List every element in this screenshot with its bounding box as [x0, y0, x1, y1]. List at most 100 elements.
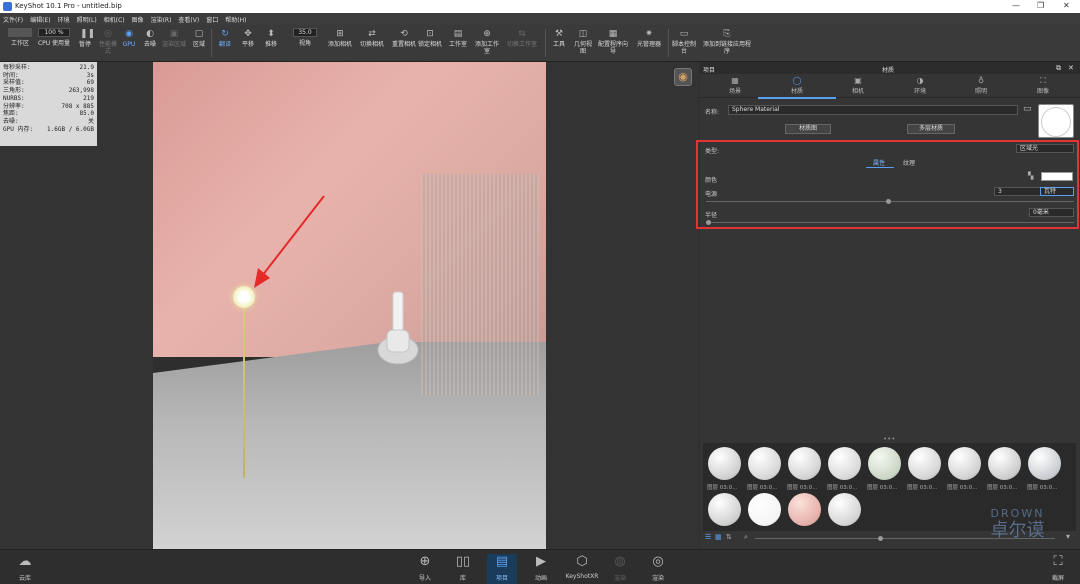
book-icon: ▯▯: [455, 554, 471, 569]
panel-header: 项目 材质 ⧉ ✕: [700, 62, 1080, 74]
material-thumb-green-tint[interactable]: [868, 447, 901, 480]
stat-row: 采样值: 69: [3, 79, 94, 87]
material-preview: [1038, 104, 1074, 138]
material-thumb-white-4[interactable]: [828, 447, 861, 480]
cpu-percent-input[interactable]: 100 %: [38, 28, 70, 37]
menu-render[interactable]: 渲染(R): [151, 15, 172, 24]
scene-icon: ▦: [731, 76, 739, 85]
panel-close-icon[interactable]: ✕: [1068, 64, 1074, 72]
menu-environment[interactable]: 环境: [58, 15, 70, 24]
add-to-app-button[interactable]: ⎘ 添加到链接应用程序: [701, 28, 753, 60]
save-icon[interactable]: ▭: [1023, 104, 1032, 114]
animation-button[interactable]: ▶ 动画: [526, 554, 556, 582]
material-thumb-white-6[interactable]: [948, 447, 981, 480]
material-thumb-white-2[interactable]: [748, 447, 781, 480]
lock-camera-button[interactable]: ⊡ 锁定相机: [418, 28, 442, 60]
menu-window[interactable]: 窗口: [206, 15, 218, 24]
cloud-library-button[interactable]: ☁ 云库: [10, 554, 40, 582]
region-button[interactable]: ▢ 区域: [189, 28, 209, 60]
reset-camera-icon: ⟲: [400, 29, 408, 39]
minimize-icon[interactable]: —: [1012, 1, 1020, 10]
tools-button[interactable]: ⚒ 工具: [549, 28, 569, 60]
multi-material-button[interactable]: 多层材质: [907, 124, 955, 134]
fov-input[interactable]: 35.0: [293, 28, 317, 37]
add-studio-button[interactable]: ⊕ 添加工作室: [474, 28, 500, 60]
render-button[interactable]: ◎ 渲染: [643, 554, 673, 582]
tab-environment[interactable]: ◑ 环境: [895, 76, 945, 95]
gpu-button[interactable]: ◉ GPU: [119, 28, 139, 60]
sort-icon[interactable]: ⇅: [726, 533, 732, 541]
menu-camera[interactable]: 相机(C): [104, 15, 125, 24]
thumb-size-handle[interactable]: [878, 536, 883, 541]
menu-view[interactable]: 查看(V): [178, 15, 199, 24]
render-small-button[interactable]: ◍ 渲染: [605, 554, 635, 582]
config-wizard-button[interactable]: ▦ 配置程序向导: [597, 28, 629, 60]
splitter-handle[interactable]: •••: [883, 435, 895, 443]
bottom-bar: ☁ 云库 ⊕ 导入 ▯▯ 库 ▤ 项目 ▶ 动画 ⬡ KeyShotXR ◍ 渲染 ◎ 渲染 ⛶…: [0, 549, 1080, 584]
maximize-icon[interactable]: ❐: [1037, 1, 1044, 10]
workspace-button[interactable]: 工作区: [6, 28, 34, 60]
script-console-button[interactable]: ▭ 脚本控制台: [672, 28, 696, 60]
material-thumb-white-10[interactable]: [828, 493, 861, 526]
library-button[interactable]: ▯▯ 库: [448, 554, 478, 582]
search-icon[interactable]: ⌕: [744, 533, 748, 542]
grid-view-icon[interactable]: ▦: [715, 533, 722, 541]
material-thumb-white-1[interactable]: [708, 447, 741, 480]
cpu-usage-control[interactable]: 100 % CPU 使用量: [36, 28, 72, 60]
menu-help[interactable]: 帮助(H): [225, 15, 246, 24]
reset-camera-button[interactable]: ⟲ 重置相机: [392, 28, 416, 60]
list-view-icon[interactable]: ☰: [705, 533, 711, 541]
material-thumb-white-7[interactable]: [988, 447, 1021, 480]
switch-studio-button[interactable]: ⇆ 切换工作室: [507, 28, 537, 60]
undock-icon[interactable]: ⧉: [1056, 64, 1061, 73]
light-manager-button[interactable]: ✷ 光管理器: [633, 28, 665, 60]
thumb-label: 图层 03:0...: [907, 485, 938, 491]
push-button[interactable]: ⬍ 推移: [261, 28, 281, 60]
add-camera-button[interactable]: ⊞ 添加相机: [328, 28, 352, 60]
import-button[interactable]: ⊕ 导入: [410, 554, 440, 582]
material-thumb-white-8[interactable]: [1028, 447, 1061, 480]
material-thumb-white-5[interactable]: [908, 447, 941, 480]
material-thumb-white-3[interactable]: [788, 447, 821, 480]
material-graph-button[interactable]: 材质图: [785, 124, 831, 134]
toolbar-divider: [211, 29, 212, 57]
tab-lighting[interactable]: ♁ 照明: [956, 76, 1006, 95]
denoise-button[interactable]: ◐ 去噪: [140, 28, 160, 60]
flip-button[interactable]: ↻ 翻译: [215, 28, 235, 60]
tab-camera[interactable]: ▣ 相机: [833, 76, 883, 95]
add-camera-label: 添加相机: [328, 41, 353, 48]
material-name-input[interactable]: Sphere Material: [728, 105, 1018, 115]
pan-button[interactable]: ✥ 平移: [238, 28, 258, 60]
menu-edit[interactable]: 编辑(E): [30, 15, 50, 24]
pause-button[interactable]: ❚❚ 暂停: [74, 28, 96, 60]
camera-snapshot-icon[interactable]: ◉: [674, 68, 692, 86]
bulb-icon: ♁: [978, 76, 984, 85]
menu-lighting[interactable]: 照明(L): [77, 15, 97, 24]
project-button[interactable]: ▤ 项目: [487, 554, 517, 584]
render-region-button[interactable]: ▣ 渲染区域: [162, 28, 186, 60]
script-icon: ▭: [679, 29, 689, 39]
material-thumb-white-9[interactable]: [708, 493, 741, 526]
geometry-view-button[interactable]: ◫ 几何视图: [572, 28, 594, 60]
material-thumb-pink[interactable]: [788, 493, 821, 526]
keyshotxr-button[interactable]: ⬡ KeyShotXR: [565, 554, 599, 580]
tab-scene[interactable]: ▦ 场景: [710, 76, 760, 95]
fov-control[interactable]: 35.0 视角: [287, 28, 323, 60]
perf-mode-label: 性能模式: [98, 41, 117, 55]
filter-icon[interactable]: ▾: [1066, 532, 1070, 541]
close-icon[interactable]: ✕: [1063, 1, 1070, 10]
pause-label: 暂停: [78, 41, 91, 48]
studio-button[interactable]: ▤ 工作室: [446, 28, 470, 60]
tab-image[interactable]: ⛶ 图像: [1018, 76, 1068, 95]
render-viewport[interactable]: [153, 62, 546, 549]
perf-mode-button[interactable]: ◎ 性能模式: [97, 28, 119, 60]
stat-value: 3s: [86, 71, 94, 79]
material-thumb-pure-white[interactable]: [748, 493, 781, 526]
menu-image[interactable]: 图像: [132, 15, 144, 24]
menu-file[interactable]: 文件(F): [3, 15, 23, 24]
light-stand: [243, 308, 245, 478]
tab-material[interactable]: ◯ 材质: [758, 76, 836, 99]
soap-dispenser-model[interactable]: [373, 290, 423, 370]
switch-camera-button[interactable]: ⇄ 切换相机: [358, 28, 386, 60]
screenshot-button[interactable]: ⛶ 截屏: [1043, 554, 1073, 582]
